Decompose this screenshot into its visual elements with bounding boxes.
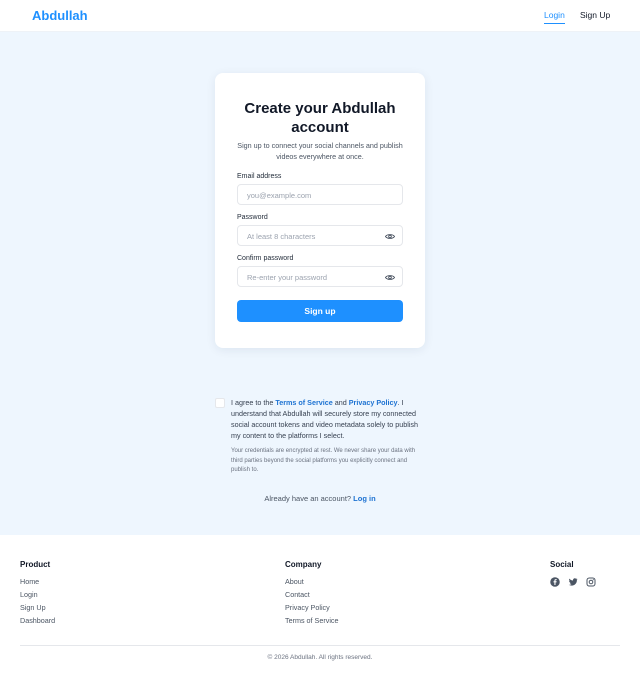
footer-link-terms[interactable]: Terms of Service [285, 616, 339, 625]
email-label: Email address [237, 173, 282, 180]
footer-social-heading: Social [550, 560, 574, 569]
privacy-link[interactable]: Privacy Policy [349, 398, 398, 407]
signup-button[interactable]: Sign up [237, 300, 403, 322]
instagram-icon[interactable] [586, 577, 596, 587]
copyright-text: © 2026 Abdullah. All rights reserved. [267, 654, 373, 661]
brand-logo[interactable]: Abdullah [32, 8, 88, 23]
login-prompt: Already have an account? Log in [0, 494, 640, 503]
page-subtitle: Sign up to connect your social channels … [237, 141, 403, 161]
footer-divider [20, 645, 620, 646]
footer-product-heading: Product [20, 560, 51, 569]
facebook-icon[interactable] [550, 577, 560, 587]
security-note: Your credentials are encrypted at rest. … [231, 448, 416, 473]
email-placeholder: you@example.com [247, 191, 312, 200]
agree-checkbox[interactable] [215, 398, 225, 408]
confirm-password-field[interactable]: Re-enter your password [237, 266, 403, 287]
terms-link[interactable]: Terms of Service [275, 398, 332, 407]
footer-link-privacy[interactable]: Privacy Policy [285, 603, 330, 612]
twitter-icon[interactable] [568, 577, 578, 587]
agreement-prefix: I agree to the [231, 398, 276, 407]
nav-signup-link[interactable]: Sign Up [580, 10, 610, 20]
password-field[interactable]: At least 8 characters [237, 225, 403, 246]
email-field[interactable]: you@example.com [237, 184, 403, 205]
site-footer: Product Home Login Sign Up Dashboard Com… [0, 535, 640, 673]
footer-link-signup[interactable]: Sign Up [20, 603, 46, 612]
login-prompt-text: Already have an account? [264, 494, 354, 503]
main-section: Create your Abdullah account Sign up to … [0, 32, 640, 535]
agreement-text: I agree to the Terms of Service and Priv… [231, 397, 426, 441]
agreement-and: and [332, 398, 349, 407]
footer-link-login[interactable]: Login [20, 590, 38, 599]
page-title: Create your Abdullah account [244, 100, 396, 136]
login-link[interactable]: Log in [353, 494, 376, 503]
confirm-password-label: Confirm password [237, 255, 294, 262]
password-label: Password [237, 214, 268, 221]
show-password-icon[interactable] [385, 232, 395, 241]
footer-company-heading: Company [285, 560, 322, 569]
show-confirm-password-icon[interactable] [385, 273, 395, 282]
footer-link-about[interactable]: About [285, 577, 304, 586]
nav-login-link[interactable]: Login [544, 10, 565, 24]
footer-link-dashboard[interactable]: Dashboard [20, 616, 55, 625]
confirm-password-placeholder: Re-enter your password [247, 273, 328, 282]
footer-link-home[interactable]: Home [20, 577, 39, 586]
site-header: Abdullah Login Sign Up [0, 0, 640, 32]
footer-link-contact[interactable]: Contact [285, 590, 310, 599]
signup-card: Create your Abdullah account Sign up to … [215, 73, 425, 348]
password-placeholder: At least 8 characters [247, 232, 316, 241]
